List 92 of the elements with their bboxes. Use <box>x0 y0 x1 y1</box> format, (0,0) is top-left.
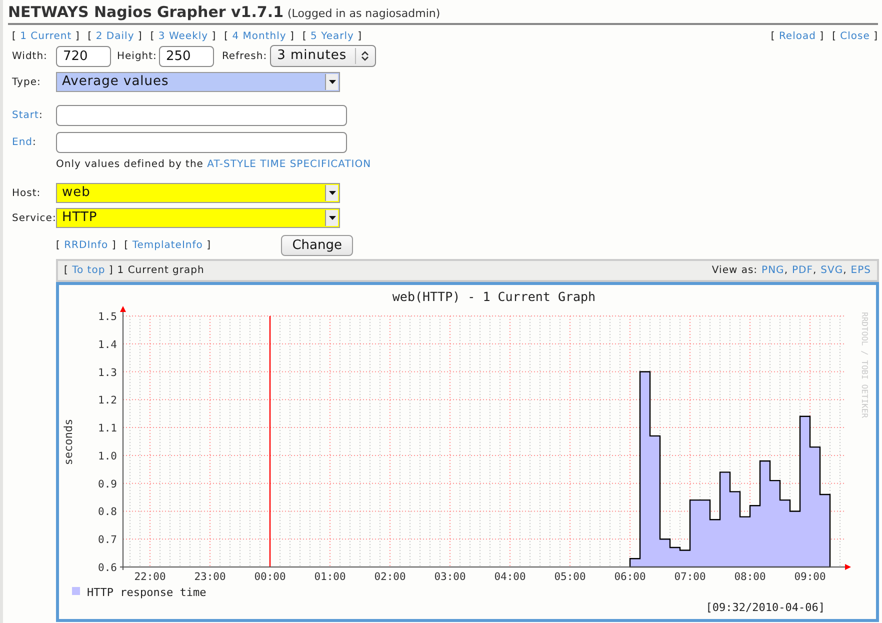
period-link[interactable]: 1 Current <box>20 31 72 42</box>
y-tick-label: 0.9 <box>98 478 117 490</box>
y-tick-label: 1.5 <box>98 311 117 323</box>
legend-label: HTTP response time <box>87 586 206 599</box>
bracket: ] <box>358 31 362 42</box>
bracket: [ <box>302 31 307 42</box>
x-tick-label: 04:00 <box>494 571 526 583</box>
period-link[interactable]: 5 Yearly <box>310 31 354 42</box>
refresh-select[interactable]: 3 minutes <box>270 45 376 67</box>
bracket: [ <box>832 31 836 42</box>
bracket: [ <box>56 240 60 250</box>
bracket: ] <box>206 240 211 250</box>
bracket: ] <box>874 31 878 42</box>
separator: , <box>812 264 817 278</box>
period-link[interactable]: 4 Monthly <box>232 31 286 42</box>
x-tick-label: 22:00 <box>134 571 166 583</box>
bracket: ] <box>108 265 114 276</box>
y-tick-label: 1.3 <box>98 366 117 379</box>
start-field[interactable] <box>56 104 347 126</box>
bracket: ] <box>75 31 80 42</box>
dropdown-caret-icon <box>328 216 336 220</box>
dropdown-caret-icon <box>328 191 336 195</box>
bracket: ] <box>212 31 216 42</box>
bracket: [ <box>150 31 155 42</box>
bracket: ] <box>112 240 116 250</box>
height-label: Height: <box>117 50 157 64</box>
type-label: Type: <box>12 76 42 90</box>
app-title: NETWAYS Nagios Grapher v1.7.1 <box>8 3 284 21</box>
host-label: Host: <box>12 186 42 200</box>
y-tick-label: 1.0 <box>98 450 117 462</box>
x-tick-label: 03:00 <box>434 571 466 583</box>
spinner-icon <box>360 50 369 62</box>
login-info: (Logged in as nagiosadmin) <box>288 7 440 20</box>
y-tick-label: 0.6 <box>98 562 117 574</box>
bracket: [ <box>770 31 776 42</box>
x-tick-label: 08:00 <box>734 571 766 583</box>
format-link[interactable]: EPS <box>850 263 871 278</box>
time-spec-link[interactable]: AT-STYLE TIME SPECIFICATION <box>207 159 372 170</box>
x-tick-label: 09:00 <box>794 571 826 583</box>
bracket: ] <box>290 31 294 42</box>
bracket: [ <box>64 265 68 276</box>
end-field[interactable] <box>56 132 347 152</box>
width-field[interactable]: 720 <box>56 46 111 66</box>
bracket: [ <box>124 240 129 250</box>
refresh-label: Refresh: <box>222 50 268 64</box>
info-link[interactable]: TemplateInfo <box>132 240 203 250</box>
colon: : <box>32 136 36 148</box>
x-tick-label: 07:00 <box>674 571 706 583</box>
dropdown-caret-icon <box>328 80 336 84</box>
x-tick-label: 02:00 <box>374 571 406 583</box>
info-link[interactable]: RRDInfo <box>64 240 108 250</box>
format-link[interactable]: PDF <box>792 263 813 278</box>
y-axis-label: seconds <box>62 418 75 466</box>
timestamp: [09:32/2010-04-06] <box>706 601 825 614</box>
end-link[interactable]: End <box>12 136 33 148</box>
y-tick-label: 1.1 <box>98 422 117 435</box>
change-button[interactable]: Change <box>281 234 353 256</box>
x-tick-label: 01:00 <box>314 571 346 583</box>
y-tick-label: 0.7 <box>98 534 117 546</box>
period-link[interactable]: 3 Weekly <box>158 31 208 42</box>
bracket: ] <box>138 31 142 42</box>
start-link[interactable]: Start <box>12 110 39 120</box>
y-tick-label: 1.2 <box>98 394 117 407</box>
width-label: Width: <box>12 50 48 64</box>
colon: : <box>38 110 43 120</box>
separator: , <box>843 264 847 278</box>
bracket: [ <box>224 31 229 42</box>
y-tick-label: 0.8 <box>98 506 117 518</box>
x-tick-label: 00:00 <box>254 571 286 583</box>
height-field[interactable]: 250 <box>158 46 214 66</box>
graph-caption: 1 Current graph <box>117 264 204 278</box>
view-as-label: View as: <box>712 264 758 278</box>
bracket: [ <box>12 31 16 42</box>
y-tick-label: 1.4 <box>98 338 117 351</box>
format-link[interactable]: SVG <box>820 263 844 278</box>
time-spec-note: Only values defined by the <box>56 159 204 170</box>
action-link[interactable]: Close <box>840 31 870 42</box>
period-link[interactable]: 2 Daily <box>96 31 134 42</box>
service-select[interactable]: HTTP <box>56 208 340 228</box>
action-link[interactable]: Reload <box>778 31 816 42</box>
type-select[interactable]: Average values <box>56 72 340 92</box>
service-label: Service: <box>12 212 56 226</box>
x-tick-label: 06:00 <box>614 571 646 583</box>
host-select[interactable]: web <box>56 183 340 203</box>
bracket: ] <box>820 31 824 42</box>
x-tick-label: 05:00 <box>554 571 586 583</box>
chart-title: web(HTTP) - 1 Current Graph <box>392 289 596 304</box>
format-link[interactable]: PNG <box>762 263 784 278</box>
to-top-link[interactable]: To top <box>72 265 106 276</box>
separator: , <box>784 264 788 278</box>
x-tick-label: 23:00 <box>194 571 226 583</box>
bracket: [ <box>88 31 92 42</box>
